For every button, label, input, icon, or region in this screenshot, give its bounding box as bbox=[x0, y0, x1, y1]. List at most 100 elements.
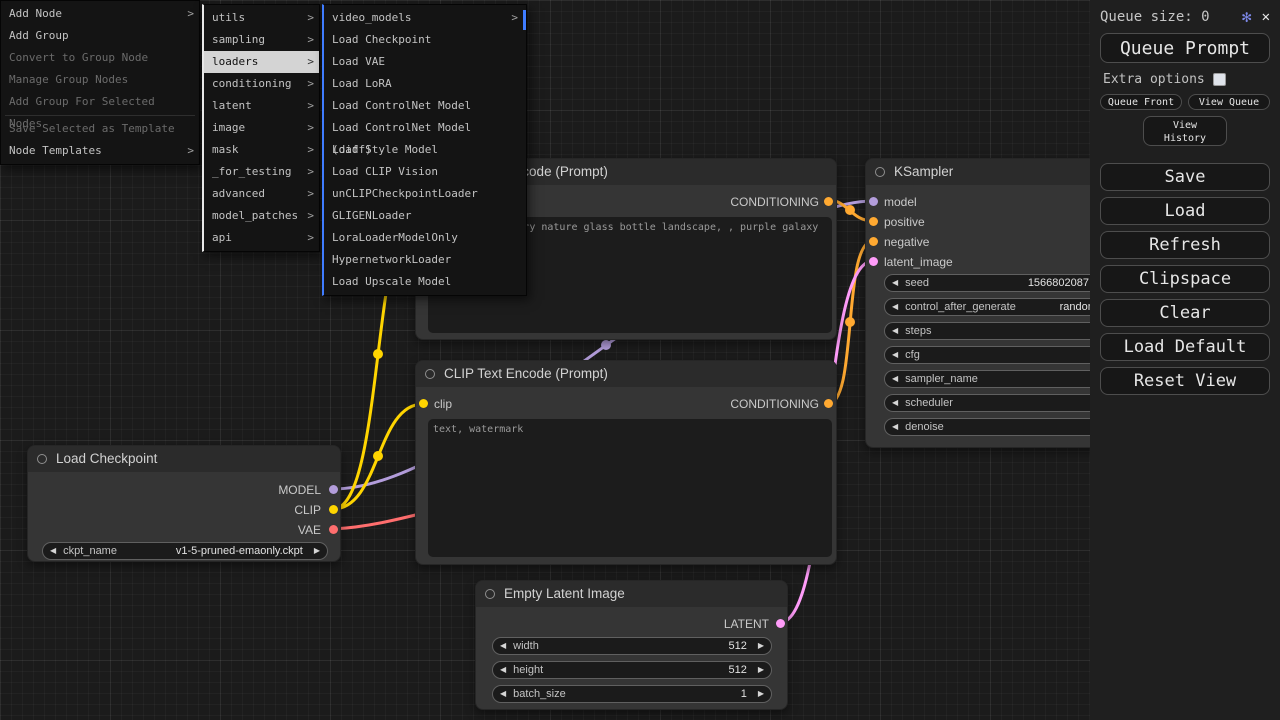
node-title[interactable]: KSampler bbox=[866, 159, 1124, 185]
menu-item-conditioning[interactable]: conditioning > bbox=[204, 73, 319, 95]
menu-item-gligen-loader[interactable]: GLIGENLoader bbox=[324, 205, 526, 227]
output-slot-conditioning[interactable] bbox=[824, 399, 833, 408]
menu-item-sampling[interactable]: sampling > bbox=[204, 29, 319, 51]
menu-item-load-checkpoint[interactable]: Load Checkpoint bbox=[324, 29, 526, 51]
widget-cfg[interactable]: ◀ cfg bbox=[884, 346, 1118, 364]
collapse-dot-icon[interactable] bbox=[425, 369, 435, 379]
menu-item-add-group-for-selected-nodes[interactable]: Add Group For Selected Nodes bbox=[1, 91, 199, 113]
output-slot-model[interactable] bbox=[329, 485, 338, 494]
menu-item-latent[interactable]: latent > bbox=[204, 95, 319, 117]
output-slot-clip[interactable] bbox=[329, 505, 338, 514]
close-icon[interactable]: ✕ bbox=[1262, 10, 1270, 24]
input-slot-model[interactable] bbox=[869, 197, 878, 206]
menu-item-load-upscale-model[interactable]: Load Upscale Model bbox=[324, 271, 526, 293]
widget-value[interactable]: v1-5-pruned-emaonly.ckpt bbox=[176, 545, 307, 557]
clear-button[interactable]: Clear bbox=[1100, 299, 1270, 327]
load-button[interactable]: Load bbox=[1100, 197, 1270, 225]
widget-ckpt-name[interactable]: ◀ ckpt_name v1-5-pruned-emaonly.ckpt ▶ bbox=[42, 542, 328, 560]
menu-item-lora-loader-model-only[interactable]: LoraLoaderModelOnly bbox=[324, 227, 526, 249]
menu-item-image[interactable]: image > bbox=[204, 117, 319, 139]
menu-item-advanced[interactable]: advanced > bbox=[204, 183, 319, 205]
clipspace-button[interactable]: Clipspace bbox=[1100, 265, 1270, 293]
widget-value[interactable]: 1 bbox=[741, 688, 751, 700]
decrement-arrow-icon[interactable]: ◀ bbox=[493, 662, 513, 678]
menu-item-add-group[interactable]: Add Group bbox=[1, 25, 199, 47]
collapse-dot-icon[interactable] bbox=[485, 589, 495, 599]
menu-item-load-lora[interactable]: Load LoRA bbox=[324, 73, 526, 95]
view-queue-button[interactable]: View Queue bbox=[1188, 94, 1270, 110]
load-default-button[interactable]: Load Default bbox=[1100, 333, 1270, 361]
node-load-checkpoint[interactable]: Load Checkpoint MODEL CLIP VAE ◀ ckpt_na… bbox=[27, 445, 341, 562]
node-title[interactable]: Empty Latent Image bbox=[476, 581, 787, 607]
increment-arrow-icon[interactable]: ▶ bbox=[307, 543, 327, 559]
menu-item-api[interactable]: api > bbox=[204, 227, 319, 249]
node-ksampler[interactable]: KSampler model positive negative latent_… bbox=[865, 158, 1125, 448]
widget-value[interactable]: 512 bbox=[728, 664, 750, 676]
menu-item-load-clip-vision[interactable]: Load CLIP Vision bbox=[324, 161, 526, 183]
decrement-arrow-icon[interactable]: ◀ bbox=[885, 275, 905, 291]
save-button[interactable]: Save bbox=[1100, 163, 1270, 191]
menu-item-for-testing[interactable]: _for_testing > bbox=[204, 161, 319, 183]
widget-batch-size[interactable]: ◀ batch_size 1 ▶ bbox=[492, 685, 772, 703]
collapse-dot-icon[interactable] bbox=[875, 167, 885, 177]
input-slot-latent-image[interactable] bbox=[869, 257, 878, 266]
input-slot-clip[interactable] bbox=[419, 399, 428, 408]
queue-front-button[interactable]: Queue Front bbox=[1100, 94, 1182, 110]
decrement-arrow-icon[interactable]: ◀ bbox=[885, 347, 905, 363]
increment-arrow-icon[interactable]: ▶ bbox=[751, 662, 771, 678]
decrement-arrow-icon[interactable]: ◀ bbox=[493, 686, 513, 702]
menu-item-add-node[interactable]: Add Node > bbox=[1, 3, 199, 25]
output-slot-vae[interactable] bbox=[329, 525, 338, 534]
widget-scheduler[interactable]: ◀ scheduler bbox=[884, 394, 1118, 412]
extra-options-checkbox[interactable] bbox=[1213, 73, 1226, 86]
prompt-textarea[interactable]: text, watermark bbox=[428, 419, 832, 557]
output-slot-conditioning[interactable] bbox=[824, 197, 833, 206]
menu-item-utils[interactable]: utils > bbox=[204, 7, 319, 29]
refresh-button[interactable]: Refresh bbox=[1100, 231, 1270, 259]
menu-item-node-templates[interactable]: Node Templates > bbox=[1, 140, 199, 162]
menu-item-unclip-checkpoint-loader[interactable]: unCLIPCheckpointLoader bbox=[324, 183, 526, 205]
menu-item-load-controlnet-model[interactable]: Load ControlNet Model bbox=[324, 95, 526, 117]
node-clip-text-encode-2[interactable]: CLIP Text Encode (Prompt) clip CONDITION… bbox=[415, 360, 837, 565]
decrement-arrow-icon[interactable]: ◀ bbox=[885, 371, 905, 387]
queue-prompt-button[interactable]: Queue Prompt bbox=[1100, 33, 1270, 63]
node-title[interactable]: Load Checkpoint bbox=[28, 446, 340, 472]
node-empty-latent-image[interactable]: Empty Latent Image LATENT ◀ width 512 ▶ … bbox=[475, 580, 788, 710]
output-slot-latent[interactable] bbox=[776, 619, 785, 628]
node-canvas[interactable]: { "context_menus": { "main": { "items": … bbox=[0, 0, 1280, 720]
view-history-button[interactable]: View History bbox=[1143, 116, 1227, 146]
decrement-arrow-icon[interactable]: ◀ bbox=[885, 419, 905, 435]
menu-item-load-vae[interactable]: Load VAE bbox=[324, 51, 526, 73]
collapse-dot-icon[interactable] bbox=[37, 454, 47, 464]
decrement-arrow-icon[interactable]: ◀ bbox=[493, 638, 513, 654]
decrement-arrow-icon[interactable]: ◀ bbox=[885, 323, 905, 339]
menu-item-hypernetwork-loader[interactable]: HypernetworkLoader bbox=[324, 249, 526, 271]
settings-gear-icon[interactable]: ✻ bbox=[1242, 9, 1252, 25]
decrement-arrow-icon[interactable]: ◀ bbox=[43, 543, 63, 559]
menu-item-manage-group-nodes[interactable]: Manage Group Nodes bbox=[1, 69, 199, 91]
increment-arrow-icon[interactable]: ▶ bbox=[751, 638, 771, 654]
menu-item-loaders[interactable]: loaders > bbox=[204, 51, 319, 73]
widget-denoise[interactable]: ◀ denoise bbox=[884, 418, 1118, 436]
widget-seed[interactable]: ◀ seed 1566802087 bbox=[884, 274, 1118, 292]
decrement-arrow-icon[interactable]: ◀ bbox=[885, 395, 905, 411]
menu-item-save-selected-as-template[interactable]: Save Selected as Template bbox=[1, 118, 199, 140]
reset-view-button[interactable]: Reset View bbox=[1100, 367, 1270, 395]
widget-width[interactable]: ◀ width 512 ▶ bbox=[492, 637, 772, 655]
menu-item-mask[interactable]: mask > bbox=[204, 139, 319, 161]
widget-control-after-generate[interactable]: ◀ control_after_generate randomize bbox=[884, 298, 1118, 316]
increment-arrow-icon[interactable]: ▶ bbox=[751, 686, 771, 702]
widget-steps[interactable]: ◀ steps bbox=[884, 322, 1118, 340]
node-title[interactable]: CLIP Text Encode (Prompt) bbox=[416, 361, 836, 387]
widget-height[interactable]: ◀ height 512 ▶ bbox=[492, 661, 772, 679]
menu-item-convert-to-group-node[interactable]: Convert to Group Node bbox=[1, 47, 199, 69]
menu-item-load-controlnet-model-diff[interactable]: Load ControlNet Model (diff) bbox=[324, 117, 526, 139]
menu-header[interactable]: Queue size: 0 ✻ ✕ bbox=[1090, 0, 1280, 25]
decrement-arrow-icon[interactable]: ◀ bbox=[885, 299, 905, 315]
input-slot-negative[interactable] bbox=[869, 237, 878, 246]
menu-item-load-style-model[interactable]: Load Style Model bbox=[324, 139, 526, 161]
menu-item-video-models[interactable]: video_models > bbox=[324, 7, 526, 29]
widget-sampler-name[interactable]: ◀ sampler_name bbox=[884, 370, 1118, 388]
menu-item-model-patches[interactable]: model_patches > bbox=[204, 205, 319, 227]
input-slot-positive[interactable] bbox=[869, 217, 878, 226]
